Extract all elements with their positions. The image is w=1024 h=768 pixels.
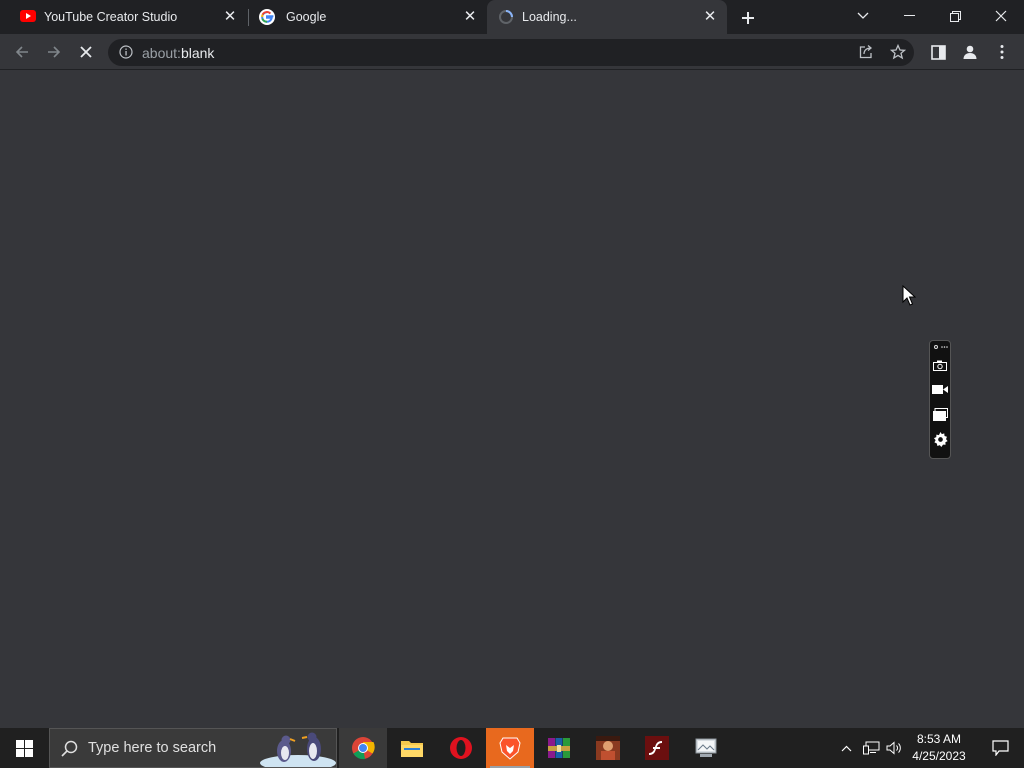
forward-button[interactable]: [40, 38, 68, 66]
taskbar-winrar[interactable]: [535, 728, 583, 768]
restore-button[interactable]: [932, 0, 978, 32]
flash-player-icon: [645, 736, 669, 760]
loading-spinner-icon: [498, 9, 514, 28]
page-content: [0, 70, 1024, 728]
taskbar: Type here to search 8:53 AM 4/25/2023: [0, 728, 1024, 768]
taskbar-chrome[interactable]: [339, 728, 387, 768]
camera-icon: [933, 360, 947, 371]
taskbar-file-explorer[interactable]: [388, 728, 436, 768]
star-bookmark-icon[interactable]: [889, 43, 907, 65]
tab-label: YouTube Creator Studio: [44, 10, 178, 24]
back-button[interactable]: [8, 38, 36, 66]
tab-youtube-creator-studio[interactable]: YouTube Creator Studio ✕: [8, 0, 246, 34]
close-tab-icon[interactable]: ✕: [222, 9, 238, 25]
side-panel-icon: [930, 44, 946, 60]
toolbar: about:blank: [0, 34, 1024, 70]
speaker-icon: [886, 741, 901, 755]
minimize-icon: [903, 15, 915, 16]
opera-icon: [450, 737, 472, 759]
record-video-button[interactable]: [932, 381, 948, 397]
gallery-icon: [932, 407, 948, 421]
folder-icon: [401, 741, 423, 757]
taskbar-remote-app[interactable]: [682, 728, 730, 768]
system-clock[interactable]: 8:53 AM 4/25/2023: [906, 731, 972, 765]
url-text[interactable]: about:blank: [142, 45, 214, 61]
gear-icon: [933, 431, 948, 447]
taskbar-game-app[interactable]: [584, 728, 632, 768]
close-tab-icon[interactable]: ✕: [702, 9, 718, 25]
network-button[interactable]: [859, 728, 883, 768]
link-dots-icon: [934, 345, 948, 349]
taskbar-search-box[interactable]: Type here to search: [49, 728, 337, 768]
close-window-button[interactable]: [978, 0, 1024, 32]
side-panel-button[interactable]: [924, 38, 952, 66]
tab-label: Google: [286, 10, 327, 24]
chevron-up-icon: [841, 745, 851, 751]
screenshot-button[interactable]: [932, 357, 948, 373]
tab-search-button[interactable]: [840, 0, 886, 32]
game-cover-icon: [596, 736, 620, 760]
clock-time: 8:53 AM: [916, 732, 962, 746]
start-button[interactable]: [0, 728, 48, 768]
show-hidden-icons-button[interactable]: [836, 728, 856, 768]
monitor-app-icon: [695, 738, 717, 757]
stop-loading-button[interactable]: [72, 38, 100, 66]
winrar-icon: [548, 738, 570, 758]
action-center-button[interactable]: [976, 728, 1024, 768]
chrome-icon: [352, 737, 375, 760]
youtube-icon: [20, 10, 36, 25]
info-icon[interactable]: [119, 45, 133, 64]
minimize-button[interactable]: [886, 0, 932, 32]
video-camera-icon: [932, 384, 948, 394]
tab-label: Loading...: [522, 10, 577, 24]
arrow-left-icon: [15, 46, 28, 58]
close-icon: [995, 10, 1007, 22]
person-icon: [963, 45, 977, 59]
capture-drag-handle[interactable]: [932, 343, 948, 351]
chevron-down-icon: [857, 12, 869, 19]
tab-strip: YouTube Creator Studio ✕ Google ✕ Loadin…: [0, 0, 1024, 34]
taskbar-brave[interactable]: [486, 728, 534, 768]
new-tab-button[interactable]: [733, 2, 763, 34]
profile-button[interactable]: [956, 38, 984, 66]
tab-google[interactable]: Google ✕: [250, 0, 486, 34]
clock-date: 4/25/2023: [912, 749, 966, 763]
volume-button[interactable]: [883, 728, 905, 768]
menu-button[interactable]: [988, 38, 1016, 66]
tab-loading[interactable]: Loading... ✕: [487, 0, 727, 34]
close-icon: [80, 46, 92, 58]
plus-icon: [742, 12, 754, 24]
capture-toolbar: [929, 340, 951, 459]
url-host: blank: [180, 45, 215, 61]
tab-separator: [248, 9, 249, 26]
restore-icon: [949, 10, 961, 22]
search-placeholder: Type here to search: [88, 740, 217, 756]
network-icon: [862, 741, 879, 755]
url-scheme: about:: [142, 45, 181, 61]
kebab-menu-icon: [1000, 45, 1004, 59]
mouse-cursor-icon: [902, 285, 916, 306]
address-bar[interactable]: about:blank: [108, 39, 914, 66]
taskbar-opera[interactable]: [437, 728, 485, 768]
notification-icon: [991, 740, 1009, 756]
brave-lion-icon: [499, 737, 521, 760]
taskbar-flash[interactable]: [633, 728, 681, 768]
arrow-right-icon: [48, 46, 61, 58]
browser-chrome: YouTube Creator Studio ✕ Google ✕ Loadin…: [0, 0, 1024, 70]
share-icon[interactable]: [858, 44, 874, 65]
windows-logo-icon: [15, 739, 33, 757]
penguins-illustration-icon: [260, 732, 336, 767]
capture-settings-button[interactable]: [932, 431, 948, 447]
google-icon: [259, 9, 275, 28]
gallery-button[interactable]: [932, 406, 948, 422]
close-tab-icon[interactable]: ✕: [462, 9, 478, 25]
search-icon: [61, 740, 78, 757]
